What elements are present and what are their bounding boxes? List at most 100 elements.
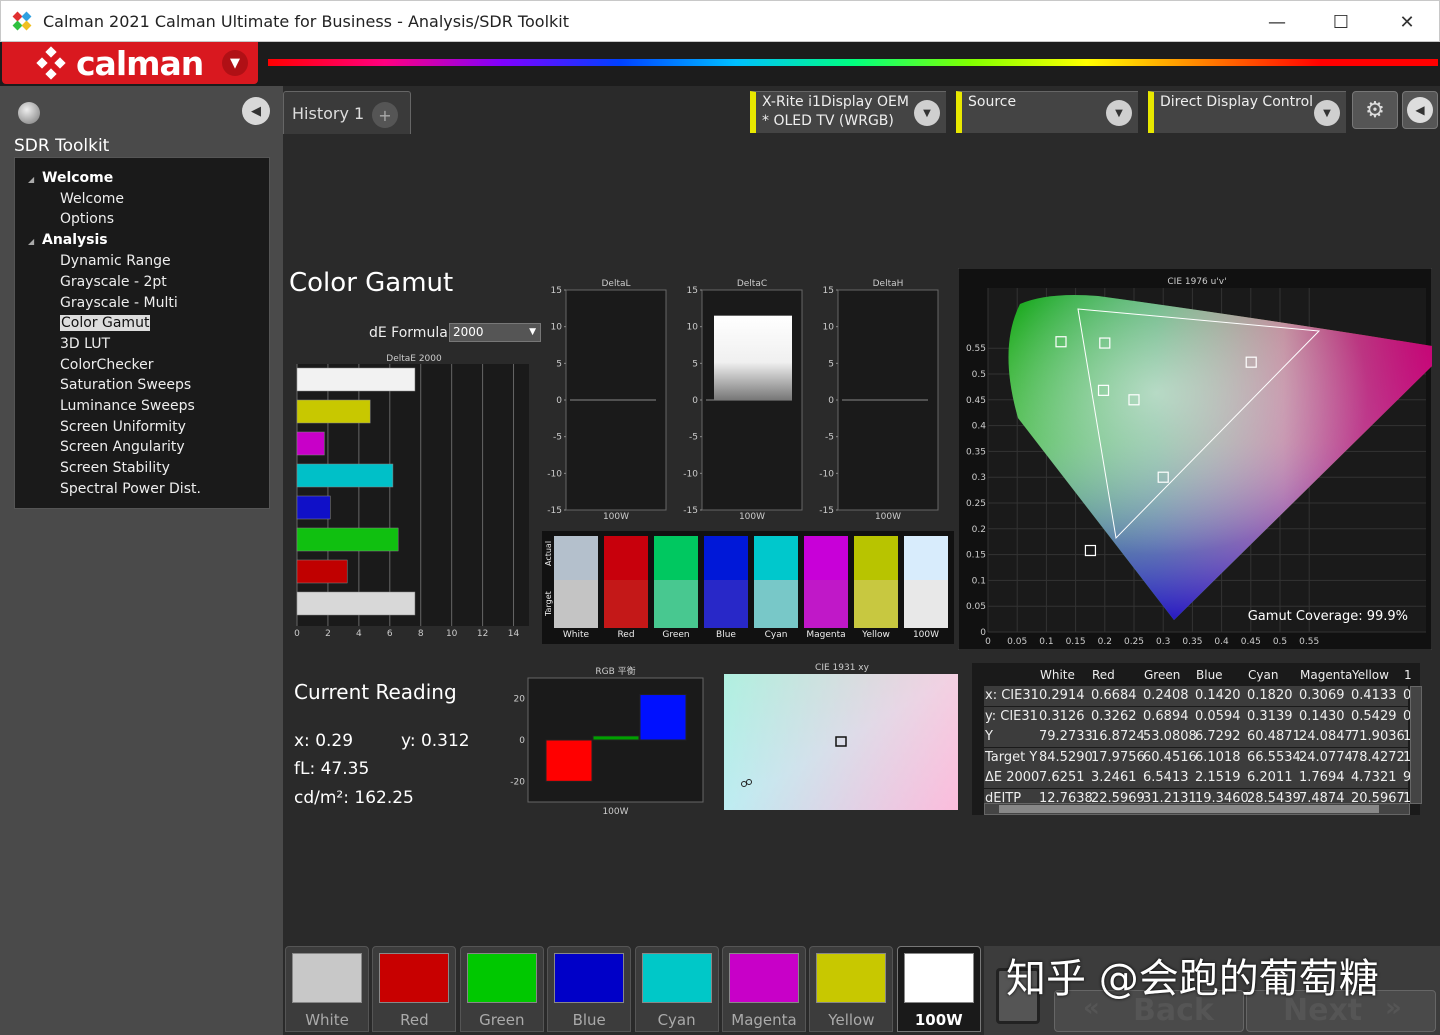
tree-item[interactable]: Screen Stability [60, 460, 170, 476]
table-header[interactable]: 1 [1404, 668, 1412, 682]
tree-item[interactable]: Welcome [60, 191, 124, 207]
patch-label: Green [479, 1011, 525, 1029]
table-scrollbar[interactable] [984, 803, 1410, 815]
tree-item[interactable]: Luminance Sweeps [60, 398, 195, 414]
swatch-label: Yellow [862, 630, 890, 640]
source-selector[interactable]: Source ▼ [956, 91, 1138, 133]
maximize-button[interactable]: ☐ [1319, 7, 1363, 37]
tab-history[interactable]: History 1 + [283, 91, 411, 134]
swatch-label: Cyan [764, 630, 788, 640]
delta-bar [714, 315, 792, 400]
patch-button[interactable]: Cyan [634, 946, 719, 1032]
y-tick-label: 0 [828, 396, 834, 406]
chevron-down-icon[interactable]: ▼ [1314, 100, 1340, 126]
cie1976-chart: CIE 1976 u'v' 0 0.05 0.1 0.15 0.2 0.25 0.3 0.35… [958, 268, 1432, 650]
close-button[interactable]: ✕ [1385, 7, 1429, 37]
delta-chart-title: DeltaC [737, 279, 767, 289]
patch-color [292, 953, 362, 1003]
y-tick-label: -10 [819, 469, 834, 479]
table-header[interactable]: Blue [1196, 668, 1223, 682]
tree-item[interactable]: Screen Angularity [60, 439, 185, 455]
table-cell: 16.8724 [1091, 729, 1145, 744]
y-tick-label: 0.1 [972, 576, 986, 586]
patch-button[interactable]: Blue [547, 946, 632, 1032]
collapse-right-button[interactable]: ◀ [1402, 91, 1438, 129]
patch-button[interactable]: Red [372, 946, 457, 1032]
x-tick-label: 0.15 [1066, 637, 1086, 647]
row-label: x: CIE31 [985, 688, 1039, 703]
tree-item[interactable]: Color Gamut [60, 315, 151, 332]
y-tick-label: 0.5 [972, 370, 986, 380]
tree-item[interactable]: 3D LUT [60, 336, 110, 352]
y-tick-label: -5 [689, 433, 698, 443]
logo-text: calman [76, 43, 204, 83]
page-title: Color Gamut [289, 268, 454, 298]
actual-swatch [854, 536, 898, 580]
table-cell: 4.7321 [1351, 770, 1397, 785]
patch-color [554, 953, 625, 1003]
table-header[interactable]: Green [1144, 668, 1180, 682]
expand-triangle-icon[interactable]: ◢ [28, 237, 34, 246]
expand-triangle-icon[interactable]: ◢ [28, 175, 34, 184]
table-header[interactable]: Red [1092, 668, 1115, 682]
target-swatch [754, 580, 798, 628]
toolkit-title: SDR Toolkit [14, 136, 110, 156]
tree-item[interactable]: Dynamic Range [60, 253, 171, 269]
tree-item[interactable]: Spectral Power Dist. [60, 481, 201, 497]
deltae-chart-title: DeltaE 2000 [386, 354, 442, 364]
chevron-down-icon[interactable]: ▼ [1106, 100, 1132, 126]
chevron-down-icon[interactable]: ▼ [914, 100, 940, 126]
table-header[interactable]: Magenta [1300, 668, 1352, 682]
rgb-balance-chart: RGB 平衡 20 0 -20 100W [510, 665, 704, 817]
table-header[interactable]: Yellow [1352, 668, 1389, 682]
tree-group[interactable]: Welcome [42, 170, 113, 186]
y-tick-label: 20 [514, 695, 526, 705]
calman-logo-button[interactable]: calman ▼ [2, 42, 258, 84]
reading-x: x: 0.29 [294, 731, 354, 751]
row-label: Y [985, 729, 993, 744]
table-cell: 2.1519 [1195, 770, 1241, 785]
meter-selector[interactable]: X-Rite i1Display OEM * OLED TV (WRGB) ▼ [750, 91, 946, 133]
app-icon [12, 11, 32, 31]
table-vscrollbar[interactable] [1410, 686, 1422, 804]
patch-button[interactable]: 100W [896, 946, 981, 1032]
row-label: ΔE 2000 [985, 770, 1040, 785]
table-cell: 0.6684 [1091, 688, 1137, 703]
y-tick-label: 0.55 [966, 344, 986, 354]
y-tick-label: -15 [683, 506, 698, 516]
y-tick-label: -5 [825, 433, 834, 443]
tree-item[interactable]: Grayscale - Multi [60, 295, 178, 311]
deltae-chart: DeltaE 2000 0 2 4 6 8 10 12 14 [294, 354, 529, 639]
tree-item[interactable]: ColorChecker [60, 357, 154, 373]
tree-group[interactable]: Analysis [42, 232, 108, 248]
add-tab-button[interactable]: + [372, 102, 398, 128]
cie1976-title: CIE 1976 u'v' [1167, 277, 1226, 287]
tree-item[interactable]: Screen Uniformity [60, 419, 186, 435]
tree-item[interactable]: Grayscale - 2pt [60, 274, 167, 290]
patch-color [641, 953, 712, 1003]
actual-swatch [804, 536, 848, 580]
row-label: y: CIE31 [985, 708, 1038, 724]
table-cell: 0.1430 [1299, 708, 1345, 724]
x-tick-label: 2 [325, 629, 331, 639]
tree-item[interactable]: Saturation Sweeps [60, 377, 191, 393]
gear-icon[interactable]: ⚙ [1352, 91, 1398, 129]
table-header[interactable]: Cyan [1248, 668, 1278, 682]
patch-button[interactable]: Magenta [722, 946, 806, 1032]
de-formula-select[interactable]: 2000 ▼ [449, 323, 541, 342]
chevron-down-icon[interactable]: ▼ [222, 50, 248, 76]
patch-button[interactable]: Green [459, 946, 544, 1032]
patch-button[interactable]: Yellow [809, 946, 894, 1032]
patch-button[interactable]: White [285, 946, 369, 1032]
tree-item[interactable]: Options [60, 211, 114, 227]
minimize-button[interactable]: — [1255, 7, 1299, 37]
target-label: Target [544, 591, 553, 617]
y-tick-label: 5 [692, 359, 698, 369]
display-selector[interactable]: Direct Display Control ▼ [1148, 91, 1346, 133]
y-tick-label: -5 [553, 433, 562, 443]
watermark: 知乎 @会跑的葡萄糖 [1006, 956, 1379, 1002]
rgb-bar [592, 735, 640, 741]
workflow-tree [14, 157, 270, 509]
table-header[interactable]: White [1040, 668, 1075, 682]
collapse-left-icon[interactable]: ◀ [242, 97, 270, 125]
